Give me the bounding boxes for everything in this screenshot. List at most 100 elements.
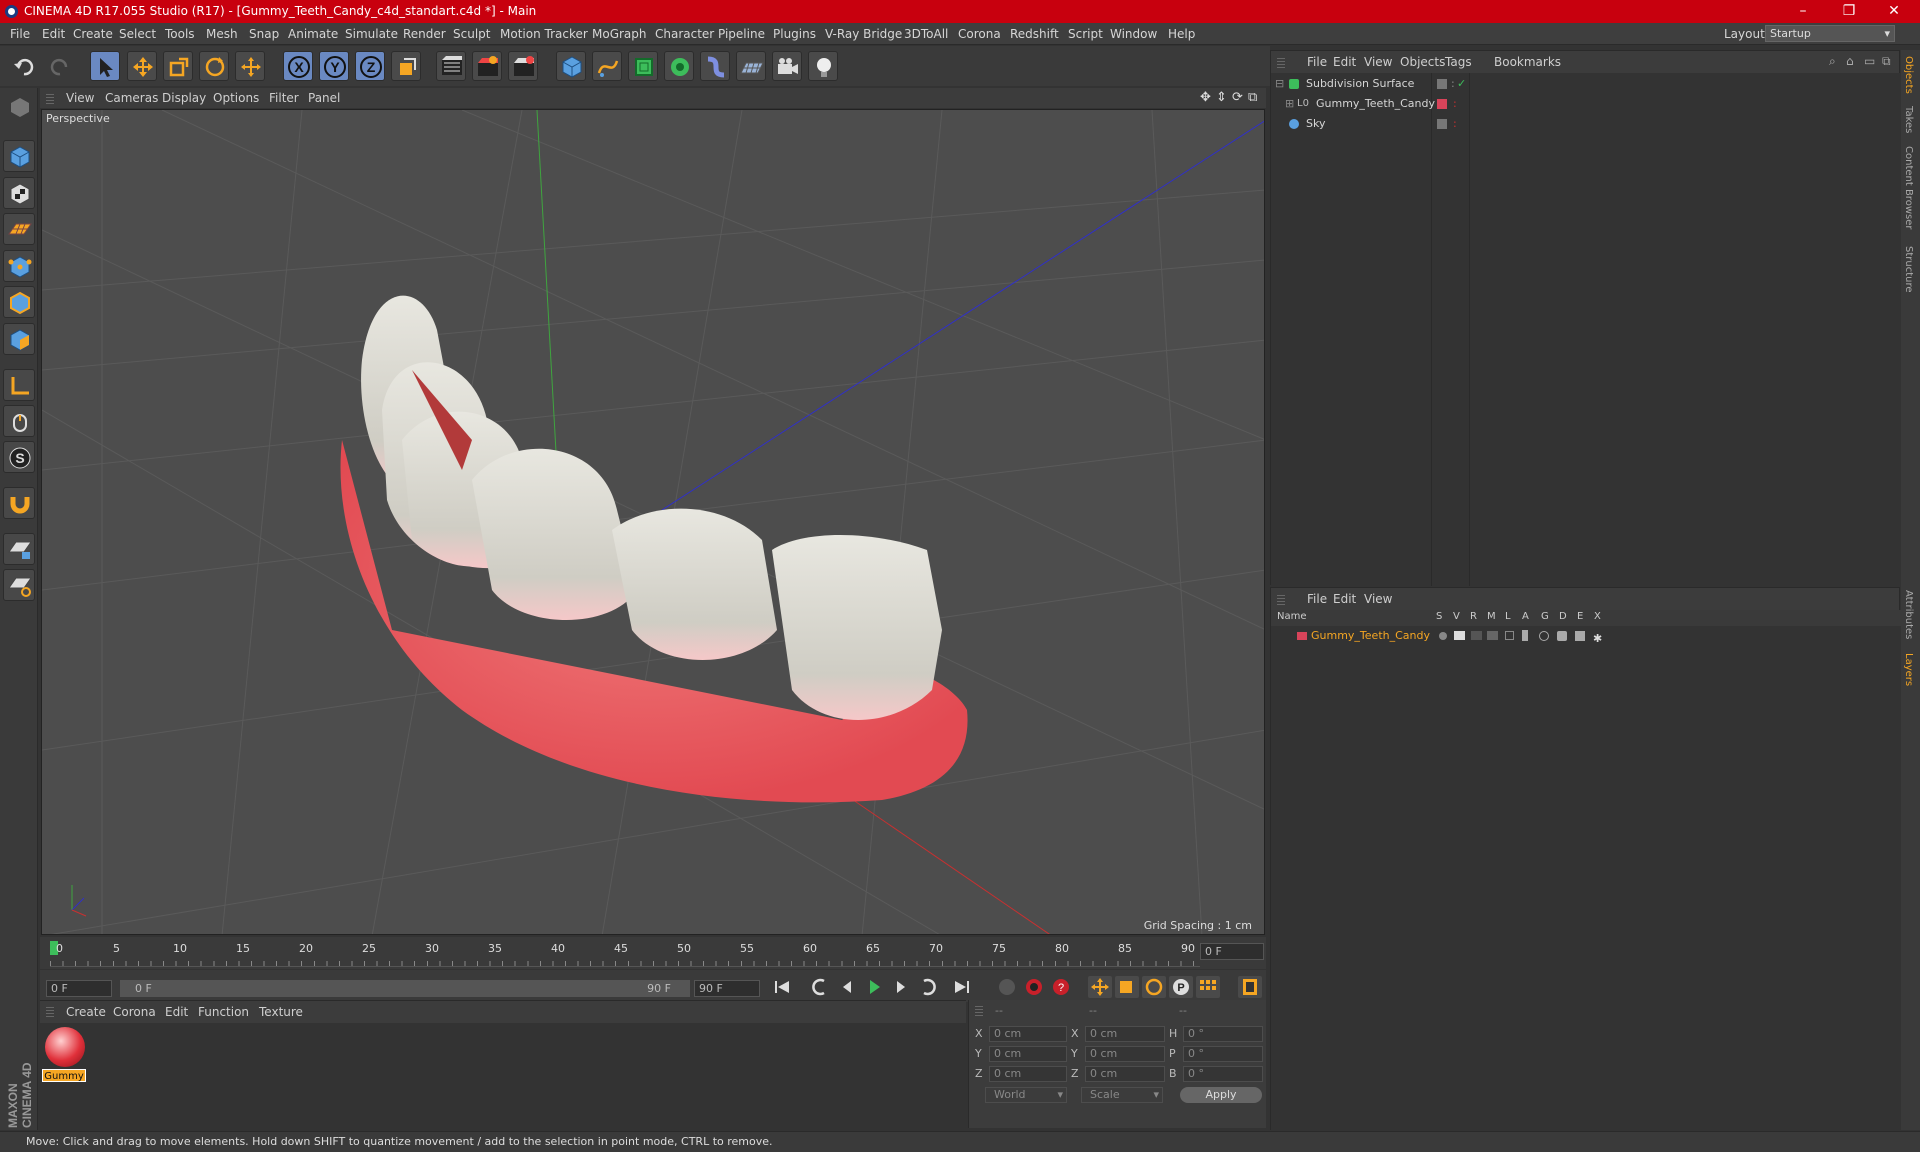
layer-color-swatch[interactable] [1297,632,1307,640]
camera-button[interactable] [772,51,802,81]
spline-pen-button[interactable] [592,51,622,81]
menu-render[interactable]: Render [403,27,446,41]
restore-icon[interactable]: ❐ [1829,0,1869,23]
menu-motion-tracker[interactable]: Motion Tracker [500,27,588,41]
menu-tools[interactable]: Tools [165,27,195,41]
object-menu-tags[interactable]: Tags [1445,55,1472,69]
tree-collapse-icon[interactable]: ⊟ [1275,74,1284,94]
viewport-menu-options[interactable]: Options [213,91,259,105]
xref-toggle-icon[interactable]: ✱ [1593,630,1602,648]
menu-select[interactable]: Select [119,27,156,41]
coordinate-system-button[interactable] [391,51,421,81]
workplane-rotate-button[interactable] [3,569,35,601]
key-parameter-button[interactable]: P [1169,976,1193,998]
minimize-icon[interactable]: – [1783,0,1823,23]
object-menu-objects[interactable]: Objects [1400,55,1445,69]
close-icon[interactable]: ✕ [1874,0,1914,23]
layer-row[interactable]: Gummy_Teeth_Candy ✱ [1271,627,1901,645]
key-scale-button[interactable] [1115,976,1139,998]
viewport-rotate-icon[interactable]: ⟳ [1232,90,1243,105]
layer-menu-file[interactable]: File [1307,592,1327,606]
end-frame-field[interactable]: 90 F [694,980,760,997]
light-button[interactable] [808,51,838,81]
menu-mesh[interactable]: Mesh [206,27,238,41]
tab-structure[interactable]: Structure [1903,246,1914,293]
points-mode-button[interactable] [3,250,35,282]
previous-frame-button[interactable] [835,976,859,998]
menu-script[interactable]: Script [1068,27,1103,41]
tab-takes[interactable]: Takes [1903,106,1914,133]
home-icon[interactable]: ⌂ [1846,54,1854,68]
keyframe-selection-button[interactable]: ? [1049,976,1073,998]
size-z-field[interactable]: 0 cm [1085,1066,1165,1082]
key-position-button[interactable] [1088,976,1112,998]
generator-toggle-icon[interactable] [1539,631,1549,641]
enabled-check-icon[interactable]: ✓ [1457,74,1466,94]
timeline-window-button[interactable] [1238,976,1262,998]
lock-toggle-icon[interactable] [1505,631,1514,640]
key-rotation-button[interactable] [1142,976,1166,998]
texture-mode-button[interactable] [3,177,35,209]
manager-toggle-icon[interactable] [1487,631,1498,640]
menu-3dtoall[interactable]: 3DToAll [904,27,948,41]
render-toggle-icon[interactable] [1471,631,1482,640]
visibility-toggle-icon[interactable] [1437,79,1447,89]
workplane-mode-button[interactable] [3,213,35,245]
model-mode-button[interactable] [3,140,35,172]
tab-objects[interactable]: Objects [1903,56,1914,94]
magnet-button[interactable] [3,487,35,519]
viewport-menu-panel[interactable]: Panel [308,91,340,105]
render-dot-icon[interactable]: : [1451,74,1455,94]
viewport-menu-filter[interactable]: Filter [269,91,299,105]
size-mode-dropdown[interactable]: Scale ▾ [1081,1087,1163,1103]
size-y-field[interactable]: 0 cm [1085,1046,1165,1062]
move-tool-button[interactable] [127,51,157,81]
play-button[interactable] [862,976,886,998]
object-row-sky[interactable]: Sky : [1271,114,1901,134]
menu-simulate[interactable]: Simulate [345,27,398,41]
apply-button[interactable]: Apply [1180,1087,1262,1103]
search-icon[interactable]: ⌕ [1829,54,1836,69]
material-menu-edit[interactable]: Edit [165,1005,188,1019]
rot-b-field[interactable]: 0 ° [1183,1066,1263,1082]
polygons-mode-button[interactable] [3,323,35,355]
tweak-mode-button[interactable] [3,405,35,437]
key-pla-button[interactable] [1196,976,1220,998]
visibility-toggle-icon[interactable] [1437,119,1447,129]
undo-button[interactable] [8,51,38,81]
pos-x-field[interactable]: 0 cm [989,1026,1067,1042]
y-axis-lock-button[interactable]: Y [319,51,349,81]
object-row-gummy-teeth-candy[interactable]: ⊞ L0 Gummy_Teeth_Candy : [1271,94,1901,114]
layer-menu-view[interactable]: View [1364,592,1392,606]
transform-tool-button[interactable] [235,51,265,81]
subdivision-surface-button[interactable] [628,51,658,81]
visibility-dot-icon[interactable]: : [1453,94,1457,114]
viewport-menu-cameras[interactable]: Cameras [105,91,158,105]
frame-range-slider[interactable]: 0 F 90 F [120,980,690,997]
record-keys-button[interactable] [995,976,1019,998]
edges-mode-button[interactable] [3,286,35,318]
viewport-menu-view[interactable]: View [66,91,94,105]
x-axis-lock-button[interactable]: X [283,51,313,81]
menu-character[interactable]: Character [655,27,714,41]
material-menu-function[interactable]: Function [198,1005,249,1019]
menu-create[interactable]: Create [73,27,113,41]
cloner-button[interactable] [664,51,694,81]
cube-primitive-button[interactable] [556,51,586,81]
menu-redshift[interactable]: Redshift [1010,27,1059,41]
make-editable-button[interactable] [3,90,35,122]
snap-mode-button[interactable]: S [3,441,35,473]
menu-window[interactable]: Window [1110,27,1157,41]
viewport-pan-icon[interactable]: ✥ [1200,90,1211,105]
animation-toggle-icon[interactable] [1522,630,1528,641]
material-thumbnail[interactable]: Gummy [42,1025,86,1082]
3d-viewport[interactable]: Perspective Grid Spacing : 1 cm [41,109,1265,935]
visibility-dot-icon[interactable]: : [1453,114,1457,134]
viewport-zoom-icon[interactable]: ⇕ [1216,90,1227,105]
layout-dropdown[interactable]: Startup ▾ [1765,25,1895,42]
deformer-toggle-icon[interactable] [1557,631,1567,641]
workplane-lock-button[interactable] [3,533,35,565]
menu-pipeline[interactable]: Pipeline [718,27,765,41]
floor-button[interactable] [736,51,766,81]
render-region-button[interactable] [472,51,502,81]
